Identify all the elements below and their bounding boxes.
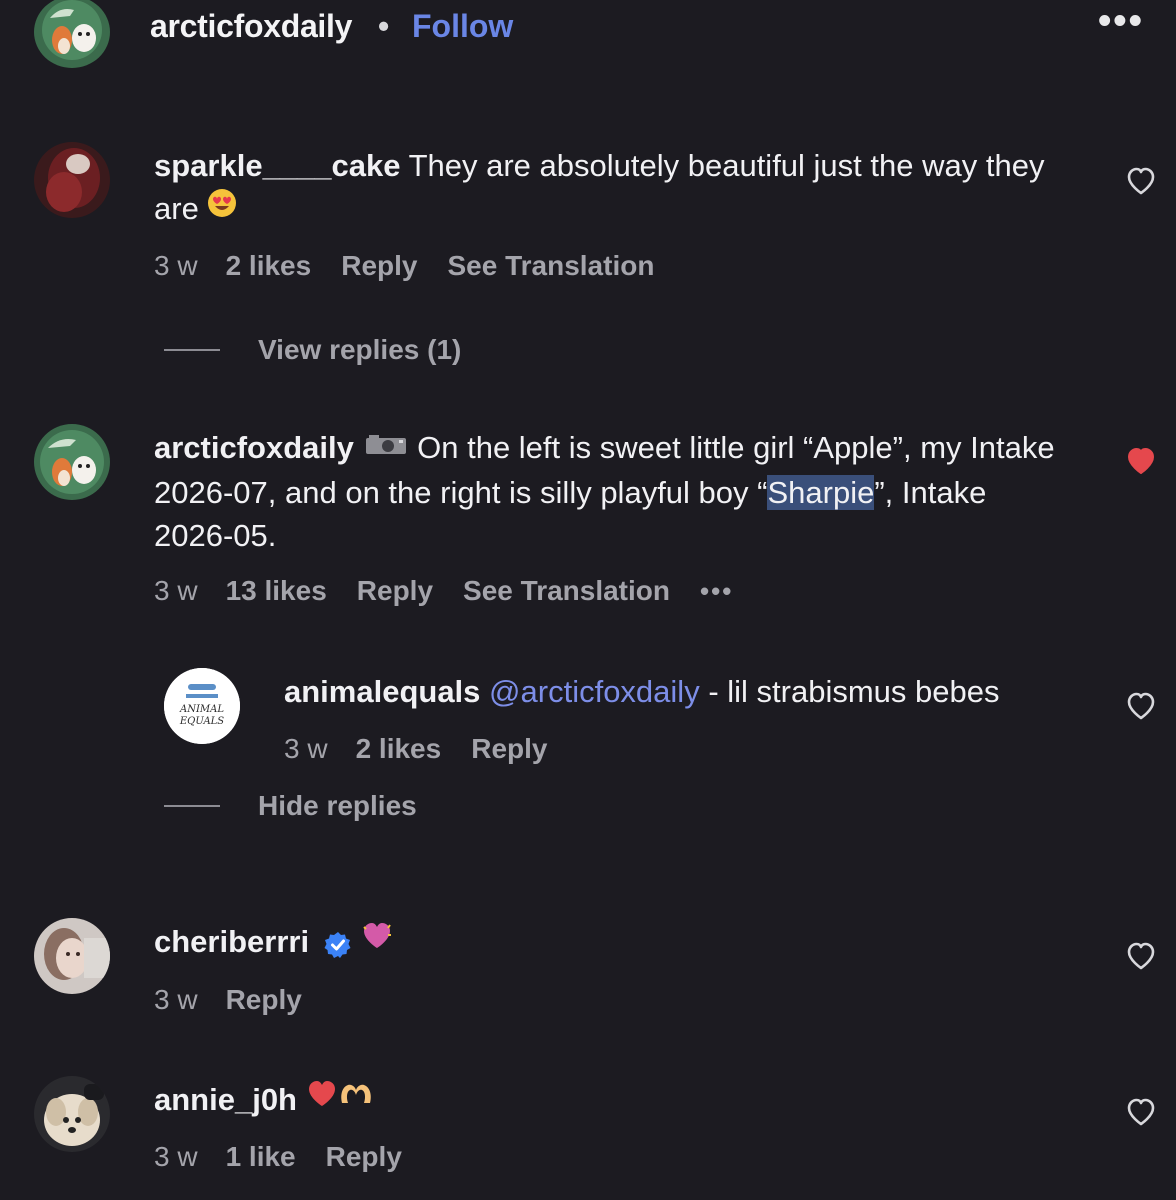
liked-heart-icon[interactable] bbox=[1126, 447, 1156, 475]
comment-likes-count[interactable]: 1 like bbox=[226, 1141, 296, 1173]
comment-time: 3 w bbox=[154, 984, 198, 1015]
mention-link[interactable]: @arcticfoxdaily bbox=[489, 674, 700, 709]
commenter-avatar[interactable] bbox=[34, 1076, 110, 1152]
comment-body: annie_j0h bbox=[154, 1078, 1074, 1123]
reply-button[interactable]: Reply bbox=[326, 1141, 402, 1173]
comment-body: cheriberrri bbox=[154, 920, 1074, 965]
see-translation-button[interactable]: See Translation bbox=[463, 575, 670, 607]
reply-button[interactable]: Reply bbox=[226, 984, 302, 1016]
like-comment-icon[interactable] bbox=[1126, 1098, 1156, 1126]
comment-likes-count[interactable]: 13 likes bbox=[226, 575, 327, 607]
reply-time: 3 w bbox=[284, 733, 328, 764]
post-author-avatar[interactable] bbox=[34, 0, 110, 68]
reply-username[interactable]: animalequals bbox=[284, 674, 480, 709]
comment-more-icon[interactable]: ••• bbox=[700, 576, 733, 607]
heart-eyes-emoji bbox=[207, 186, 237, 229]
camera-emoji bbox=[363, 425, 409, 468]
hide-replies-label: Hide replies bbox=[258, 790, 417, 821]
more-options-icon[interactable]: ••• bbox=[1098, 0, 1144, 43]
hide-replies-button[interactable]: Hide replies bbox=[164, 790, 417, 822]
comment-username[interactable]: cheriberrri bbox=[154, 924, 309, 959]
follow-button[interactable]: Follow bbox=[412, 8, 513, 45]
red-heart-and-heart-hands-emoji bbox=[306, 1077, 374, 1120]
post-author-username[interactable]: arcticfoxdaily bbox=[150, 8, 352, 45]
commenter-avatar[interactable] bbox=[34, 142, 110, 218]
reply-button[interactable]: Reply bbox=[357, 575, 433, 607]
replies-divider-line bbox=[164, 349, 220, 351]
comment-body: arcticfoxdaily On the left is sweet litt… bbox=[154, 426, 1074, 557]
animal-equals-logo-line1: ANIMAL bbox=[179, 704, 224, 715]
like-comment-icon[interactable] bbox=[1126, 942, 1156, 970]
reply-likes-count[interactable]: 2 likes bbox=[356, 733, 442, 765]
comment-username[interactable]: arcticfoxdaily bbox=[154, 430, 354, 465]
separator-dot: • bbox=[378, 8, 390, 44]
reply-body: animalequals @arcticfoxdaily - lil strab… bbox=[284, 670, 1104, 713]
comment-body: sparkle____cake They are absolutely beau… bbox=[154, 144, 1074, 232]
comment-meta: 3 w 2 likes Reply See Translation bbox=[154, 250, 684, 282]
comment-meta: 3 w 1 like Reply bbox=[154, 1141, 432, 1173]
sparkling-heart-emoji bbox=[360, 919, 394, 962]
comment-time: 3 w bbox=[154, 250, 198, 281]
reply-button[interactable]: Reply bbox=[341, 250, 417, 282]
selected-text: Sharpie bbox=[767, 475, 875, 511]
comment-time: 3 w bbox=[154, 1141, 198, 1172]
commenter-avatar[interactable] bbox=[34, 918, 110, 994]
see-translation-button[interactable]: See Translation bbox=[447, 250, 654, 282]
comments-panel: arcticfoxdaily • Follow ••• sparkle____c… bbox=[0, 0, 1176, 1200]
replies-divider-line bbox=[164, 805, 220, 807]
comment-meta: 3 w 13 likes Reply See Translation ••• bbox=[154, 575, 763, 607]
commenter-avatar[interactable] bbox=[34, 424, 110, 500]
comment-likes-count[interactable]: 2 likes bbox=[226, 250, 312, 282]
comment-username[interactable]: annie_j0h bbox=[154, 1082, 297, 1117]
verified-badge-icon bbox=[324, 927, 352, 958]
like-reply-icon[interactable] bbox=[1126, 692, 1156, 720]
comment-username[interactable]: sparkle____cake bbox=[154, 148, 401, 183]
like-comment-icon[interactable] bbox=[1126, 167, 1156, 195]
comment-meta: 3 w Reply bbox=[154, 984, 332, 1016]
reply-avatar[interactable]: ANIMAL EQUALS bbox=[164, 668, 240, 744]
comment-time: 3 w bbox=[154, 575, 198, 606]
view-replies-button[interactable]: View replies (1) bbox=[164, 334, 461, 366]
reply-meta: 3 w 2 likes Reply bbox=[284, 733, 577, 765]
view-replies-label: View replies (1) bbox=[258, 334, 462, 365]
post-header: arcticfoxdaily • Follow ••• bbox=[0, 0, 1176, 68]
animal-equals-logo-line2: EQUALS bbox=[179, 716, 224, 727]
reply-text: - lil strabismus bebes bbox=[708, 674, 1000, 709]
reply-button[interactable]: Reply bbox=[471, 733, 547, 765]
